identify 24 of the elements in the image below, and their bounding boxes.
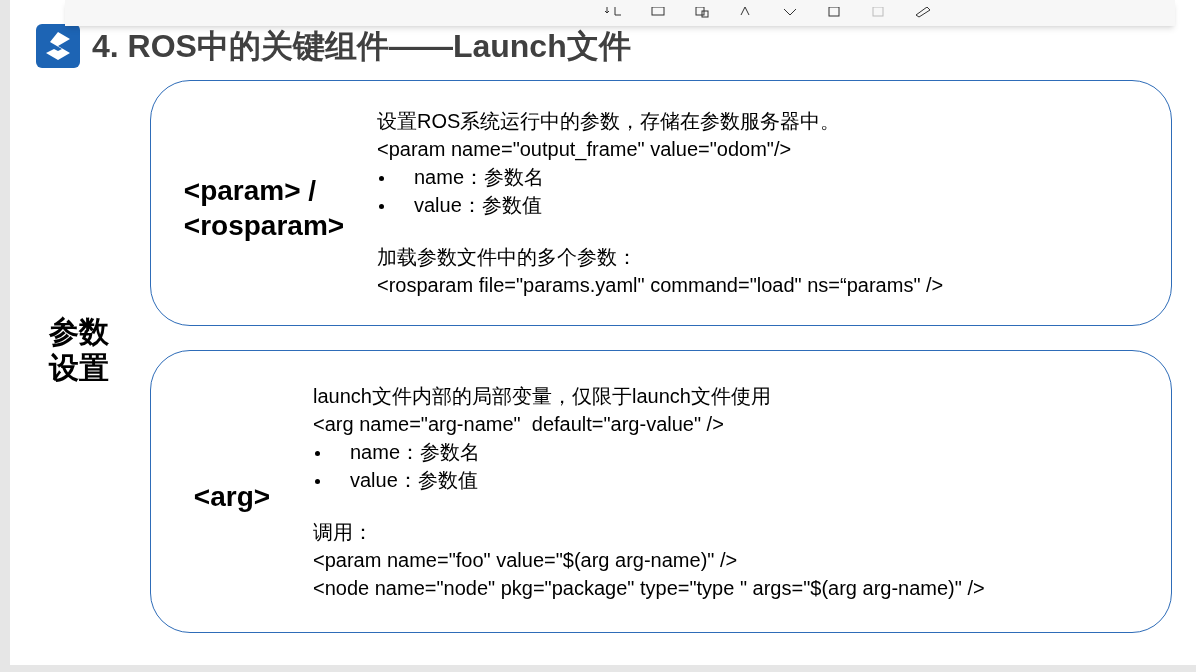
bullet-text: name：参数名 [414, 166, 545, 188]
bullet-text: value：参数值 [414, 194, 542, 216]
tag-label: <arg> [193, 480, 271, 514]
toolbar-icon[interactable] [695, 7, 709, 19]
bullet-icon [379, 204, 384, 210]
text-line: <node name="node" pkg="package" type="type " args="$(arg arg-name)" /> [313, 575, 985, 601]
bullet-text: name：参数名 [350, 440, 481, 463]
tag-label: <param> / <rosparam> [183, 174, 345, 243]
bullet-icon [379, 176, 384, 182]
bullet-text: value：参数值 [350, 468, 478, 491]
text-line: <param name="foo" value="$(arg arg-name)" /> [313, 547, 739, 573]
bullet-icon [315, 478, 320, 484]
toolbar-icon[interactable] [915, 7, 931, 19]
text-line: 调用： [313, 519, 374, 545]
slide-title: 4. ROS中的关键组件——Launch文件 [92, 27, 631, 66]
text-line: <param name="output_frame" value="odom"/> [377, 137, 793, 163]
text-line: <arg name="arg-name" default="arg-value" /> [313, 411, 725, 437]
text-line: <rosparam file="params.yaml" command="load" ns=“params" /> [377, 273, 944, 298]
text-line: 设置ROS系统运行中的参数，存储在参数服务器中。 [377, 109, 842, 134]
section-label: 参数设置 [48, 313, 110, 386]
text-line: 加载参数文件中的多个参数： [377, 245, 638, 270]
bullet-icon [315, 450, 320, 456]
text-line: launch文件内部的局部变量，仅限于launch文件使用 [313, 383, 772, 409]
toolbar-icon[interactable] [605, 7, 621, 19]
